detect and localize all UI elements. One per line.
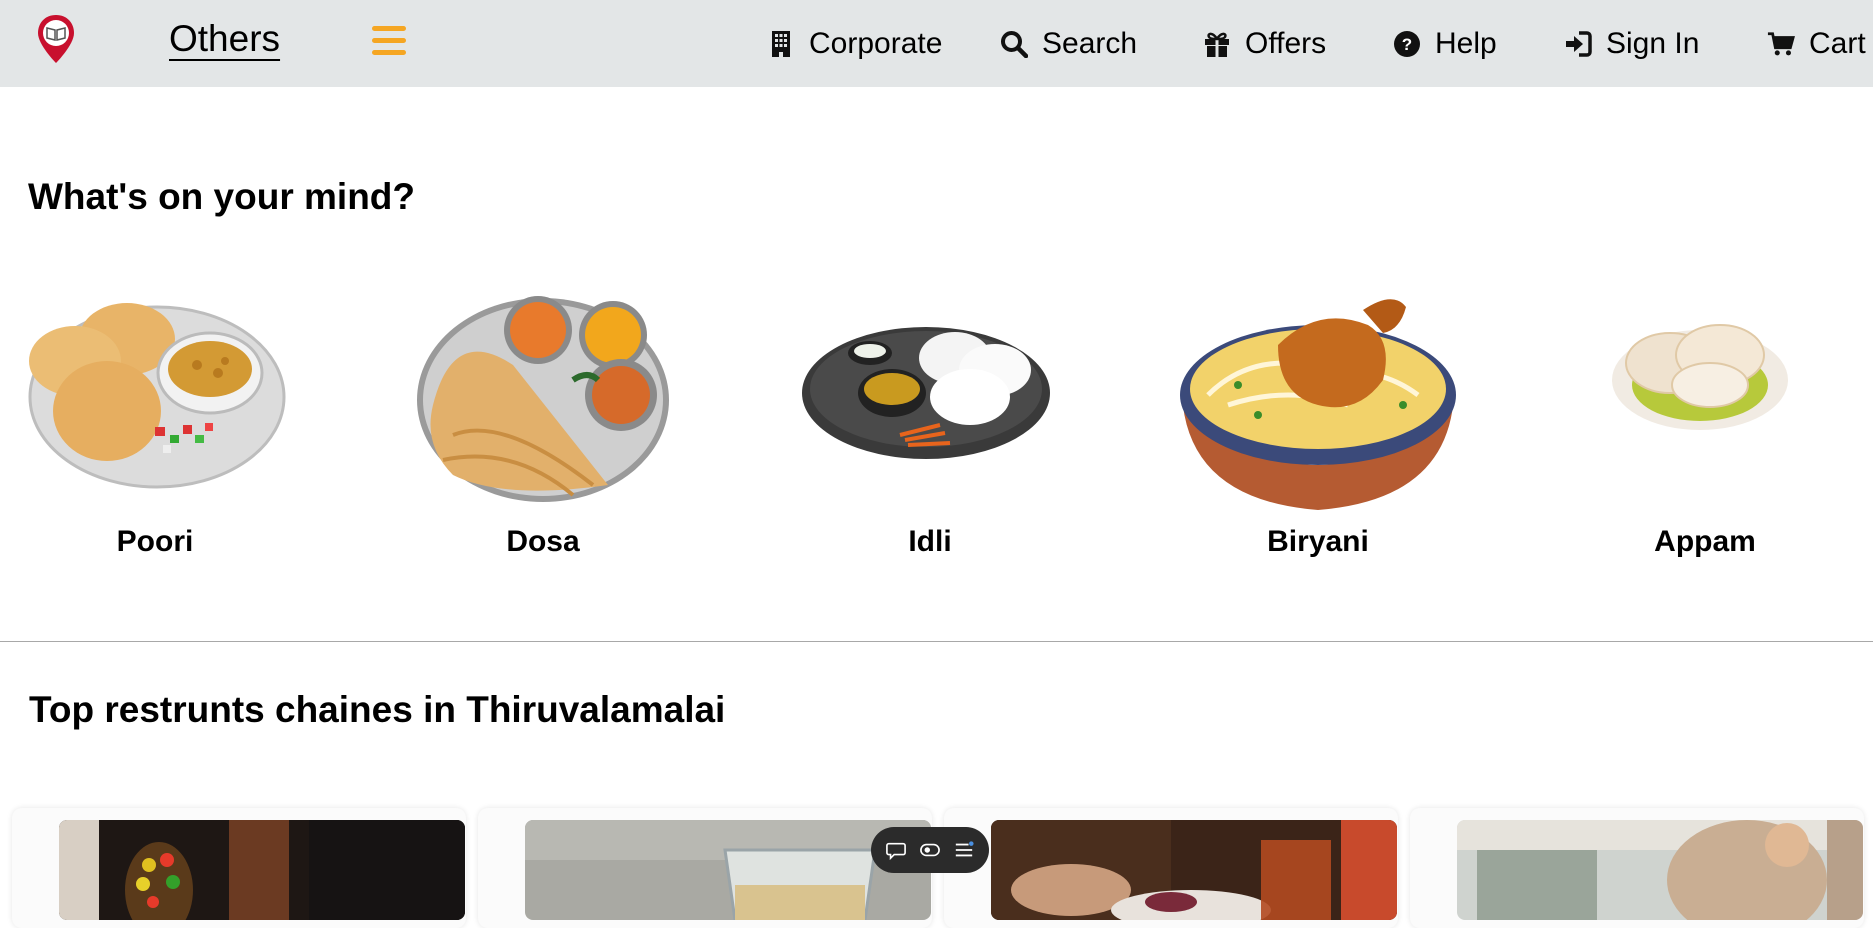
dosa-image: [417, 296, 669, 502]
nav-offers-label: Offers: [1245, 26, 1327, 60]
nav-sign-in-label: Sign In: [1606, 26, 1700, 60]
search-icon: [1001, 30, 1028, 58]
category-label: Dosa: [506, 525, 580, 558]
gift-icon: [1205, 32, 1229, 57]
category-idli[interactable]: Idli: [780, 285, 1080, 565]
eye-toggle-icon[interactable]: [919, 839, 941, 861]
restaurant-photo-4: [1457, 820, 1863, 920]
category-dosa[interactable]: Dosa: [393, 285, 693, 565]
category-label: Biryani: [1267, 525, 1369, 558]
category-label: Idli: [908, 525, 952, 558]
nav-help[interactable]: ? Help: [1393, 0, 1497, 87]
nav-search[interactable]: Search: [1000, 0, 1137, 87]
nav-sign-in[interactable]: Sign In: [1564, 0, 1699, 87]
chat-icon[interactable]: [885, 839, 907, 861]
restaurant-photo-3: [991, 820, 1397, 920]
restaurant-card[interactable]: [478, 808, 932, 928]
nav-corporate[interactable]: Corporate: [767, 0, 942, 87]
svg-text:?: ?: [1402, 35, 1412, 54]
category-label: Appam: [1654, 525, 1756, 558]
top-navigation-bar: Others Corporate Search Offers ? Help Si…: [0, 0, 1873, 87]
building-icon: [772, 30, 790, 57]
hamburger-menu-icon[interactable]: [372, 26, 406, 58]
floating-toolbar: [871, 827, 989, 873]
poori-image: [28, 303, 286, 489]
categories-heading: What's on your mind?: [28, 176, 416, 217]
restaurant-photo-1: [59, 820, 465, 920]
restaurant-card[interactable]: [12, 808, 466, 928]
map-pin-book-icon[interactable]: [36, 14, 76, 64]
nav-cart[interactable]: Cart: [1767, 0, 1866, 87]
restaurant-card[interactable]: [1410, 808, 1864, 928]
category-poori[interactable]: Poori: [5, 285, 305, 565]
top-restaurants-heading: Top restrunts chaines in Thiruvalamalai: [29, 689, 726, 730]
restaurant-photo-2: [525, 820, 931, 920]
nav-corporate-label: Corporate: [809, 26, 943, 60]
nav-cart-label: Cart: [1809, 26, 1866, 60]
biryani-image: [1180, 299, 1456, 510]
idli-image: [802, 327, 1050, 459]
section-divider: [0, 641, 1873, 642]
cart-icon: [1767, 31, 1795, 55]
restaurant-card[interactable]: [944, 808, 1398, 928]
brand-location-link[interactable]: Others: [169, 18, 280, 60]
nav-offers[interactable]: Offers: [1203, 0, 1326, 87]
category-appam[interactable]: Appam: [1555, 285, 1855, 565]
question-circle-icon: ?: [1394, 30, 1420, 57]
nav-search-label: Search: [1042, 26, 1138, 60]
appam-image: [1612, 324, 1788, 430]
list-menu-icon[interactable]: [953, 839, 975, 861]
category-biryani[interactable]: Biryani: [1168, 285, 1468, 565]
nav-help-label: Help: [1435, 26, 1497, 60]
sign-in-icon: [1566, 30, 1592, 57]
category-label: Poori: [116, 525, 194, 558]
